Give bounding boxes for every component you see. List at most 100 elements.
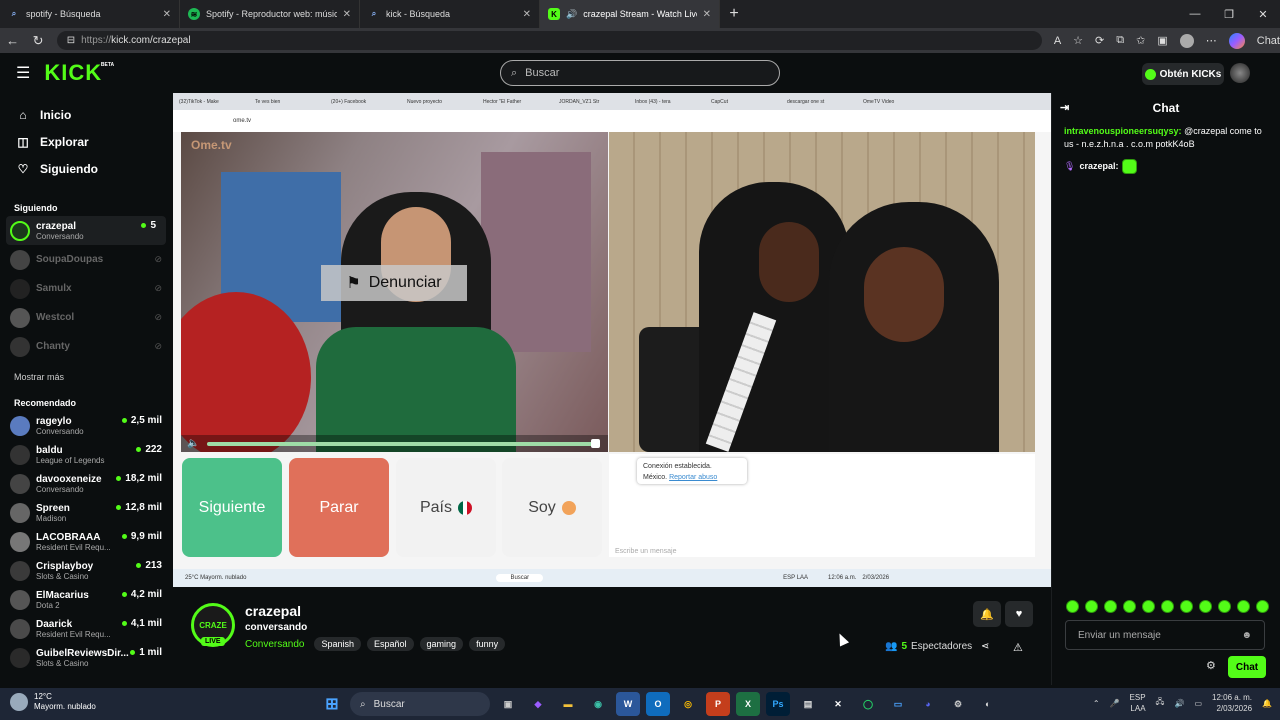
- share-icon[interactable]: ⋖: [981, 641, 989, 652]
- emote-icon[interactable]: [1161, 600, 1174, 613]
- notifications-button[interactable]: 🔔: [973, 601, 1001, 627]
- chrome-icon[interactable]: ◎: [676, 692, 700, 716]
- channel-name[interactable]: crazepal: [245, 603, 301, 619]
- send-chat-button[interactable]: Chat: [1228, 656, 1266, 678]
- search-input[interactable]: ⌕ Buscar: [500, 60, 780, 86]
- nav-following[interactable]: ♡ Siguiendo: [0, 155, 172, 182]
- emote-icon[interactable]: [1104, 600, 1117, 613]
- emote-icon[interactable]: [1199, 600, 1212, 613]
- close-icon[interactable]: ✕: [523, 9, 531, 20]
- taskbar-search[interactable]: ⌕ Buscar: [350, 692, 490, 716]
- sidebar-channel[interactable]: crazepal Conversando 5: [6, 216, 166, 245]
- profile-avatar[interactable]: [1179, 33, 1194, 48]
- close-icon[interactable]: ✕: [343, 9, 351, 20]
- nav-explore[interactable]: ◫ Explorar: [0, 128, 172, 155]
- emoji-icon[interactable]: ☻: [1241, 630, 1252, 641]
- stream-category[interactable]: Conversando: [245, 639, 304, 650]
- sidebar-channel[interactable]: GuibelReviewsDir... Slots & Casino 1 mil: [0, 643, 172, 672]
- video-player[interactable]: (32)TikTok - Make Te ves bien (20+) Facebo…: [173, 93, 1051, 587]
- reload-icon[interactable]: ↻: [25, 33, 50, 49]
- discord-icon[interactable]: ◕: [916, 692, 940, 716]
- sidebar-channel[interactable]: Spreen Madison 12,8 mil: [0, 498, 172, 527]
- tag[interactable]: funny: [469, 637, 506, 651]
- close-icon[interactable]: ✕: [163, 9, 171, 20]
- sidebar-channel[interactable]: davooxeneize Conversando 18,2 mil: [0, 469, 172, 498]
- collections-icon[interactable]: ▣: [1157, 34, 1167, 47]
- outlook-icon[interactable]: O: [646, 692, 670, 716]
- capcut-icon[interactable]: ✕: [826, 692, 850, 716]
- more-icon[interactable]: ⋯: [1206, 34, 1217, 47]
- minimize-icon[interactable]: —: [1178, 0, 1212, 28]
- split-screen-icon[interactable]: ⧉: [1116, 34, 1124, 47]
- network-icon[interactable]: 🖧: [1156, 696, 1165, 710]
- extensions-icon[interactable]: ⟳: [1095, 34, 1104, 47]
- tag[interactable]: Español: [367, 637, 414, 651]
- emote-icon[interactable]: [1085, 600, 1098, 613]
- sidebar-channel[interactable]: baldu League of Legends 222: [0, 440, 172, 469]
- emote-icon[interactable]: [1218, 600, 1231, 613]
- obs-icon[interactable]: ◐: [976, 692, 1000, 716]
- powerpoint-icon[interactable]: P: [706, 692, 730, 716]
- volume-icon[interactable]: 🔊: [1174, 699, 1184, 708]
- edge-icon[interactable]: ◉: [586, 692, 610, 716]
- battery-icon[interactable]: ▭: [1194, 699, 1202, 708]
- maximize-icon[interactable]: ❐: [1212, 0, 1246, 28]
- emote-icon[interactable]: [1123, 600, 1136, 613]
- settings-icon[interactable]: ⚙: [946, 692, 970, 716]
- menu-icon[interactable]: ☰: [16, 63, 30, 83]
- store-icon[interactable]: ▤: [796, 692, 820, 716]
- emote-icon[interactable]: [1237, 600, 1250, 613]
- close-icon[interactable]: ✕: [703, 9, 711, 20]
- emote-icon[interactable]: [1256, 600, 1269, 613]
- emote-icon[interactable]: [1142, 600, 1155, 613]
- file-explorer-icon[interactable]: ▬: [556, 692, 580, 716]
- copilot-app-icon[interactable]: ◆: [526, 692, 550, 716]
- windows-start-icon[interactable]: ⊞: [320, 692, 344, 716]
- sidebar-channel[interactable]: Daarick Resident Evil Requ... 4,1 mil: [0, 614, 172, 643]
- chat-input[interactable]: Enviar un mensaje ☻: [1065, 620, 1265, 650]
- emote-icon[interactable]: [1180, 600, 1193, 613]
- collapse-chat-icon[interactable]: ⇥: [1060, 101, 1069, 114]
- show-more-link[interactable]: Mostrar más: [0, 369, 172, 385]
- emote-icon[interactable]: [1066, 600, 1079, 613]
- notification-bell-icon[interactable]: 🔔: [1262, 699, 1272, 708]
- excel-icon[interactable]: X: [736, 692, 760, 716]
- task-view-icon[interactable]: ▣: [496, 692, 520, 716]
- photoshop-icon[interactable]: Ps: [766, 692, 790, 716]
- tag[interactable]: Spanish: [314, 637, 362, 651]
- kick-logo[interactable]: KICK BETA: [44, 60, 114, 86]
- sidebar-channel[interactable]: Westcol ⊘: [0, 303, 172, 332]
- url-field[interactable]: ⊟ https://kick.com/crazepal: [56, 31, 1042, 50]
- mic-icon[interactable]: 🎤: [1110, 699, 1120, 708]
- sidebar-channel[interactable]: rageylo Conversando 2,5 mil: [0, 411, 172, 440]
- lang-code[interactable]: ESP: [1130, 692, 1146, 703]
- browser-tab[interactable]: ≋ Spotify - Reproductor web: músic ✕: [180, 0, 360, 28]
- close-window-icon[interactable]: ✕: [1246, 0, 1280, 28]
- report-icon[interactable]: ⚠: [1013, 641, 1023, 654]
- tag[interactable]: gaming: [419, 637, 464, 651]
- favorite-star-icon[interactable]: ☆: [1073, 34, 1083, 47]
- new-tab-button[interactable]: +: [720, 5, 748, 23]
- browser-tab[interactable]: ⌕ kick - Búsqueda ✕: [360, 0, 540, 28]
- sidebar-channel[interactable]: SoupaDoupas ⊘: [0, 245, 172, 274]
- sidebar-channel[interactable]: Samulx ⊘: [0, 274, 172, 303]
- read-aloud-icon[interactable]: A: [1054, 35, 1061, 47]
- site-info-icon[interactable]: ⊟: [67, 35, 75, 46]
- back-icon[interactable]: ←: [0, 33, 25, 48]
- browser-tab[interactable]: ⌕ spotify - Búsqueda ✕: [0, 0, 180, 28]
- chevron-up-icon[interactable]: ⌃: [1093, 699, 1100, 708]
- clock-time[interactable]: 12:06 a. m.: [1212, 692, 1252, 703]
- sidebar-channel[interactable]: Chanty ⊘: [0, 332, 172, 361]
- copilot-icon[interactable]: [1228, 32, 1245, 49]
- get-kicks-button[interactable]: Obtén KICKs: [1142, 63, 1224, 85]
- sidebar-channel[interactable]: ElMacarius Dota 2 4,2 mil: [0, 585, 172, 614]
- speaker-icon[interactable]: 🔊: [566, 9, 577, 20]
- weather-widget[interactable]: 12°C Mayorm. nublado: [10, 692, 96, 712]
- sidebar-channel[interactable]: LACOBRAAA Resident Evil Requ... 9,9 mil: [0, 527, 172, 556]
- user-avatar[interactable]: [1230, 63, 1250, 83]
- browser-tab-active[interactable]: K 🔊 crazepal Stream - Watch Live ✕: [540, 0, 720, 28]
- word-icon[interactable]: W: [616, 692, 640, 716]
- chat-username[interactable]: intravenouspioneersuqysy:: [1064, 126, 1182, 136]
- chat-username[interactable]: crazepal:: [1079, 160, 1118, 173]
- whatsapp-icon[interactable]: ◯: [856, 692, 880, 716]
